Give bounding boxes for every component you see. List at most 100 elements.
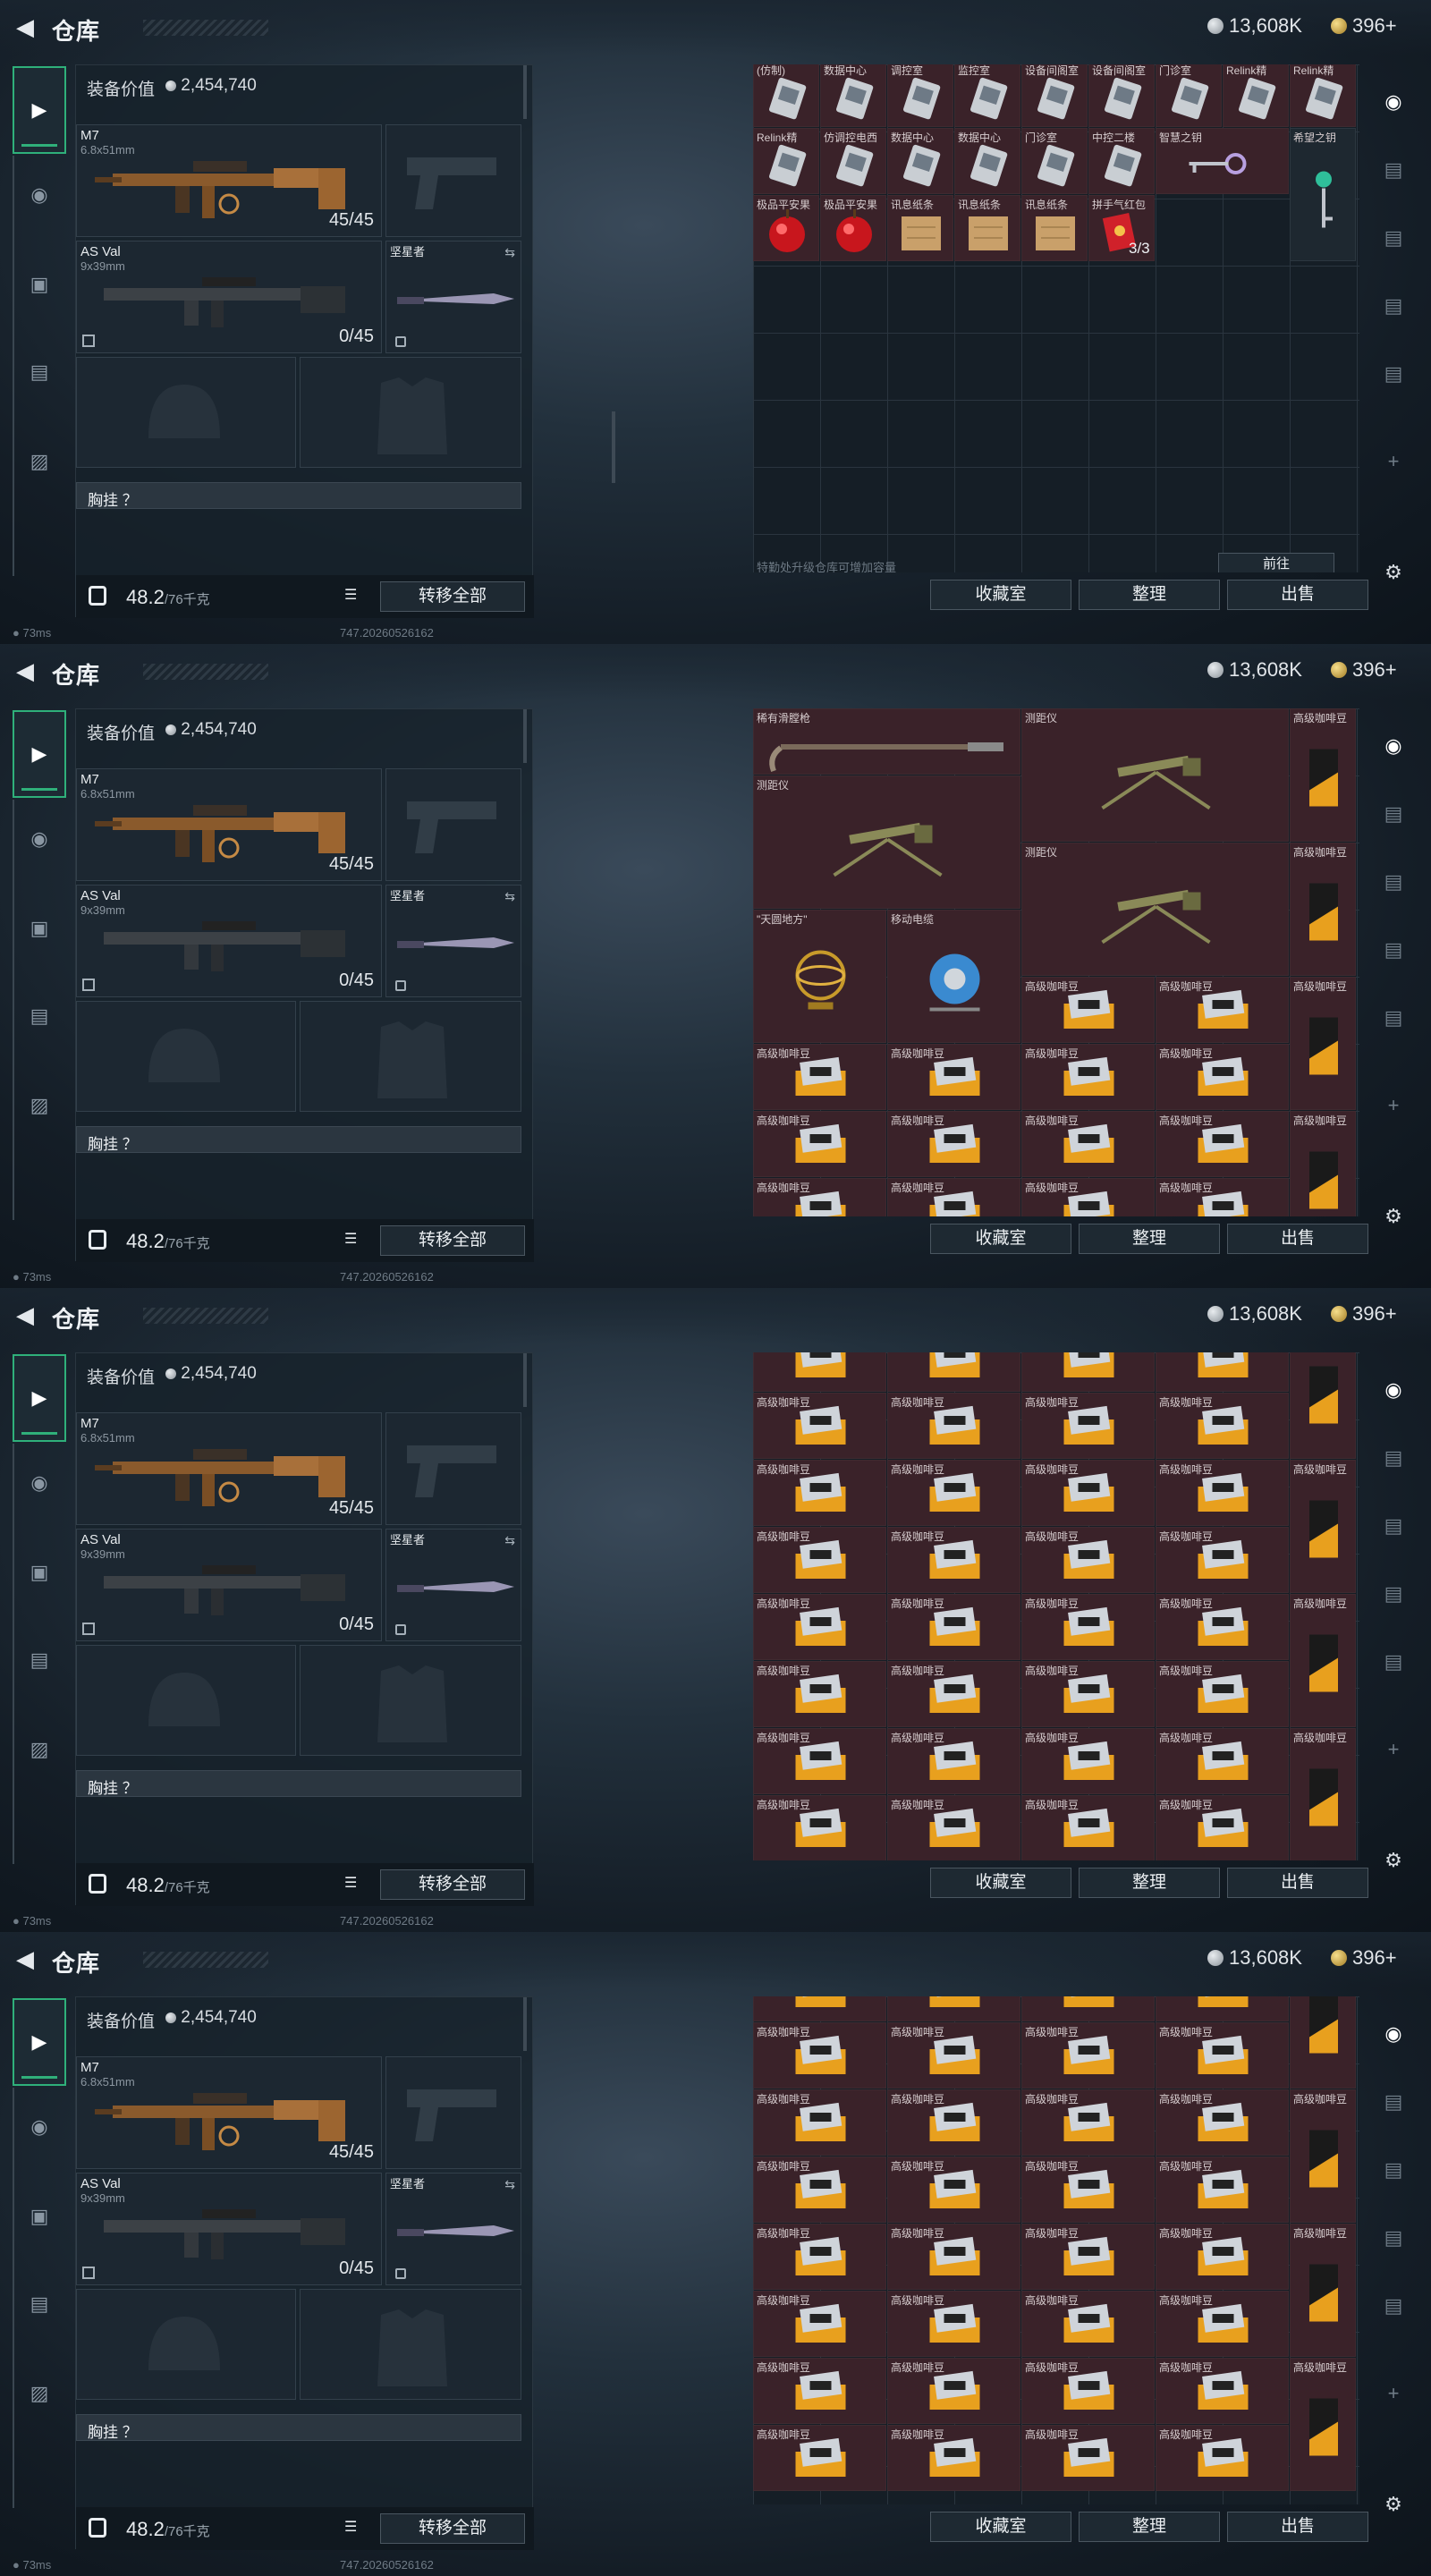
tab-backpack[interactable]: ▣ [18, 907, 61, 950]
gear-icon[interactable]: ⚙ [1376, 1843, 1411, 1878]
tab-weapons[interactable]: ▶ [13, 1998, 66, 2086]
gold-currency[interactable]: 396+ [1331, 1302, 1397, 1326]
transfer-all-button[interactable]: 转移全部 [380, 1869, 525, 1900]
stash-page-icon[interactable]: ▤ [1376, 796, 1411, 832]
tab-weapons[interactable]: ▶ [13, 66, 66, 154]
gold-currency[interactable]: 396+ [1331, 658, 1397, 682]
stash-item-coffee[interactable]: 高级咖啡豆 [1021, 1393, 1155, 1459]
list-icon[interactable]: ☰ [344, 1233, 364, 1248]
silver-currency[interactable]: 13,608K [1207, 1302, 1302, 1326]
primary-weapon-slot[interactable]: M7 6.8x51mm 45/45 [76, 1412, 382, 1525]
stash-item-coffee[interactable]: 高级咖啡豆 [1156, 1393, 1289, 1459]
stash-item[interactable]: 数据中心 [954, 128, 1020, 194]
stash-item[interactable]: Relink精 [753, 128, 819, 194]
sort-button[interactable]: 整理 [1079, 2512, 1220, 2542]
tab-clipboard[interactable]: ▤ [18, 2283, 61, 2326]
stash-item-coffee[interactable]: 高级咖啡豆 [887, 1661, 1020, 1727]
vault-icon[interactable]: ◉ [1376, 2016, 1411, 2052]
armor-slot[interactable] [300, 1001, 521, 1112]
collection-room-button[interactable]: 收藏室 [930, 2512, 1071, 2542]
stash-item-coffee[interactable]: 高级咖啡豆 [1156, 1178, 1289, 1216]
stash-item-cable-reel[interactable]: 移动电缆 [887, 910, 1020, 1043]
stash-item-coffee[interactable]: 高级咖啡豆 [753, 2022, 886, 2089]
back-arrow-icon[interactable]: ◀ [13, 1302, 38, 1327]
tab-backpack[interactable]: ▣ [18, 263, 61, 306]
stash-page-icon[interactable]: ▤ [1376, 356, 1411, 392]
stash-item-coffee[interactable]: 高级咖啡豆 [887, 1996, 1020, 2021]
stash-item-coffee-bag[interactable]: 高级咖啡豆 [1290, 2089, 1356, 2223]
swap-icon[interactable]: ⇆ [504, 1533, 515, 1548]
stash-item-rare-rifle[interactable]: 稀有滑膛枪 [753, 708, 1020, 775]
stash-item-rangefinder[interactable]: 测距仪 [1021, 708, 1289, 842]
secondary-weapon-slot[interactable]: AS Val 9x39mm 0/45 [76, 2173, 382, 2285]
tab-clipboard[interactable]: ▤ [18, 351, 61, 394]
sell-button[interactable]: 出售 [1227, 2512, 1368, 2542]
stash-item-coffee[interactable]: 高级咖啡豆 [1021, 2358, 1155, 2424]
stash-item-coffee[interactable]: 高级咖啡豆 [1021, 2224, 1155, 2290]
stash-item-coffee[interactable]: 高级咖啡豆 [753, 2089, 886, 2156]
stash-page-icon[interactable]: ▤ [1376, 932, 1411, 968]
stash-item-coffee[interactable]: 高级咖啡豆 [1021, 1594, 1155, 1660]
stash-item[interactable]: 门诊室 [1021, 128, 1088, 194]
tab-clipboard[interactable]: ▤ [18, 1639, 61, 1682]
swap-icon[interactable]: ⇆ [504, 245, 515, 260]
back-arrow-icon[interactable]: ◀ [13, 14, 38, 39]
stash-item-coffee[interactable]: 高级咖啡豆 [887, 1527, 1020, 1593]
stash-item-coffee[interactable]: 高级咖啡豆 [1156, 2224, 1289, 2290]
stash-item-coffee[interactable]: 高级咖啡豆 [1156, 1044, 1289, 1110]
secondary-weapon-slot[interactable]: AS Val 9x39mm 0/45 [76, 885, 382, 997]
transfer-all-button[interactable]: 转移全部 [380, 2513, 525, 2544]
stash-item-coffee[interactable]: 高级咖啡豆 [887, 2291, 1020, 2357]
silver-currency[interactable]: 13,608K [1207, 1946, 1302, 1970]
list-icon[interactable]: ☰ [344, 589, 364, 604]
stash-item-coffee[interactable]: 高级咖啡豆 [1156, 1111, 1289, 1177]
stash-item-coffee[interactable]: 高级咖啡豆 [887, 1352, 1020, 1392]
stash-item[interactable]: (仿制) [753, 64, 819, 127]
plus-icon[interactable]: + [1376, 444, 1411, 479]
stash-item-coffee-bag[interactable]: 高级咖啡豆 [1290, 977, 1356, 1110]
stash-item-coffee-bag[interactable]: 高级咖啡豆 [1290, 1460, 1356, 1593]
primary-weapon-slot[interactable]: M7 6.8x51mm 45/45 [76, 768, 382, 881]
tab-backpack[interactable]: ▣ [18, 2195, 61, 2238]
stash-item-coffee-bag[interactable]: 高级咖啡豆 [1290, 1594, 1356, 1727]
stash-item-coffee[interactable]: 高级咖啡豆 [1156, 2425, 1289, 2491]
stash-item[interactable]: Relink精 [1290, 64, 1356, 127]
stash-item-coffee[interactable]: 高级咖啡豆 [1021, 1352, 1155, 1392]
stash-item-coffee[interactable]: 高级咖啡豆 [887, 2425, 1020, 2491]
stash-item[interactable]: 中控二楼 [1088, 128, 1155, 194]
back-arrow-icon[interactable]: ◀ [13, 658, 38, 683]
primary-weapon-slot[interactable]: M7 6.8x51mm 45/45 [76, 124, 382, 237]
stash-page-icon[interactable]: ▤ [1376, 1508, 1411, 1544]
pistol-slot[interactable] [385, 2056, 521, 2169]
stash-page-icon[interactable]: ▤ [1376, 2152, 1411, 2188]
stash-item-coffee[interactable]: 高级咖啡豆 [1156, 1352, 1289, 1392]
sell-button[interactable]: 出售 [1227, 1224, 1368, 1254]
equipment-scrollbar[interactable] [523, 1353, 527, 1407]
stash-item-coffee[interactable]: 高级咖啡豆 [753, 2425, 886, 2491]
stash-item-coffee[interactable]: 高级咖啡豆 [1021, 1044, 1155, 1110]
sell-button[interactable]: 出售 [1227, 580, 1368, 610]
stash-item-coffee[interactable]: 高级咖啡豆 [887, 1111, 1020, 1177]
stash-item-rangefinder[interactable]: 测距仪 [1021, 843, 1289, 976]
stash-item-coffee-bag[interactable]: 高级咖啡豆 [1290, 1996, 1356, 2089]
tab-helmet[interactable]: ◉ [18, 818, 61, 860]
armor-slot[interactable] [300, 357, 521, 468]
stash-item-coffee[interactable]: 高级咖啡豆 [887, 2089, 1020, 2156]
stash-item-coffee[interactable]: 高级咖啡豆 [1021, 977, 1155, 1043]
stash-item[interactable]: 监控室 [954, 64, 1020, 127]
collection-room-button[interactable]: 收藏室 [930, 1868, 1071, 1898]
secondary-weapon-slot[interactable]: AS Val 9x39mm 0/45 [76, 1529, 382, 1641]
stash-item-coffee-bag[interactable]: 高级咖啡豆 [1290, 1111, 1356, 1216]
stash-page-icon[interactable]: ▤ [1376, 152, 1411, 188]
goto-button[interactable]: 前往 [1218, 553, 1334, 572]
stash-item-coffee[interactable]: 高级咖啡豆 [1021, 1728, 1155, 1794]
stash-page-icon[interactable]: ▤ [1376, 220, 1411, 256]
melee-slot[interactable]: 坚星者 ⇆ [385, 2173, 521, 2285]
stash-item-coffee[interactable]: 高级咖啡豆 [887, 1728, 1020, 1794]
stash-item[interactable]: 调控室 [887, 64, 953, 127]
gold-currency[interactable]: 396+ [1331, 1946, 1397, 1970]
pistol-slot[interactable] [385, 768, 521, 881]
helmet-slot[interactable] [76, 1001, 296, 1112]
melee-slot[interactable]: 坚星者 ⇆ [385, 885, 521, 997]
stash-item-coffee-bag[interactable]: 高级咖啡豆 [1290, 1352, 1356, 1459]
